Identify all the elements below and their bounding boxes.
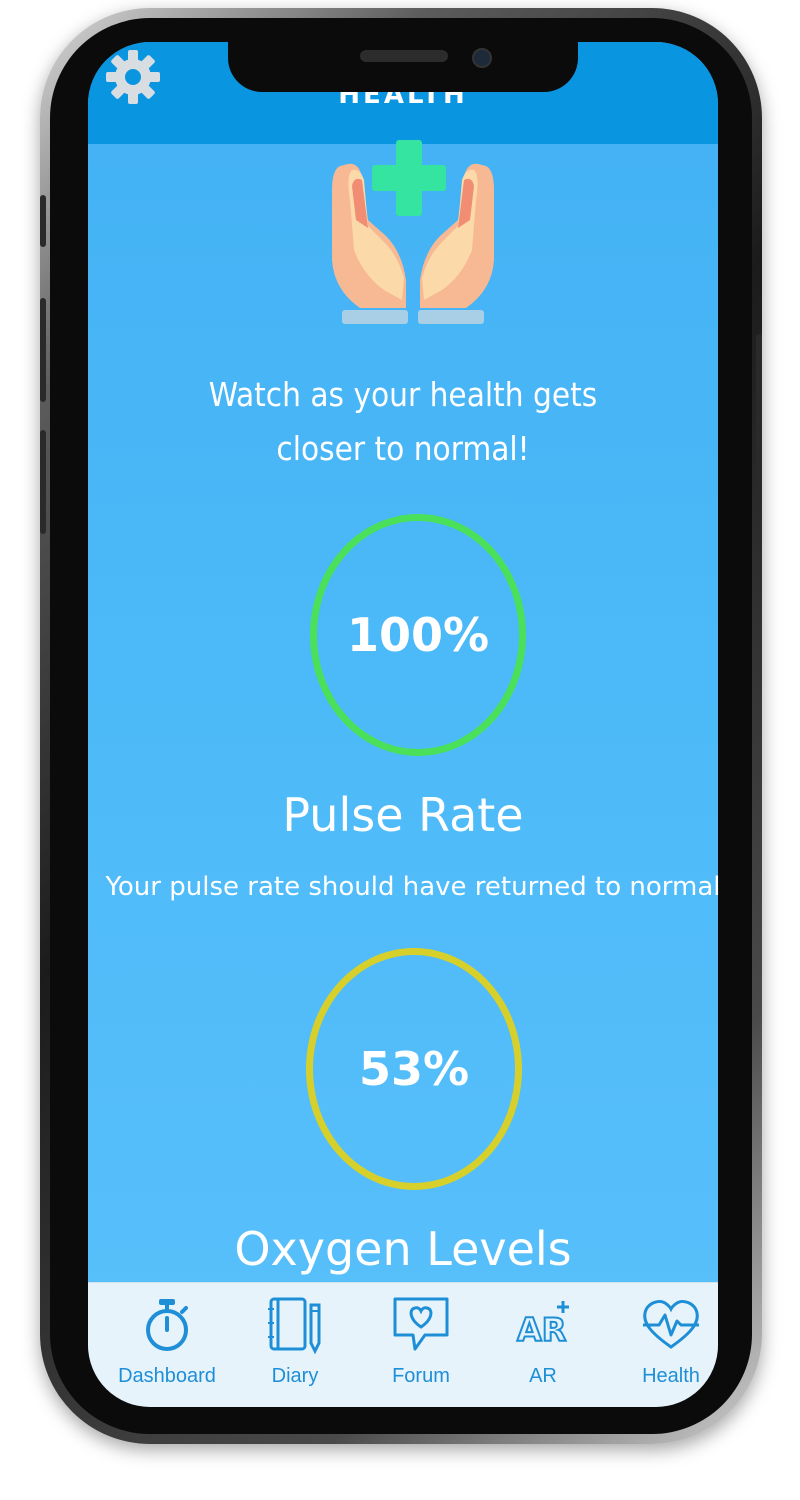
svg-text:AR: AR — [517, 1311, 566, 1349]
pulse-rate-value: 100% — [346, 608, 490, 662]
volume-up-button — [40, 298, 46, 402]
tab-diary-label: Diary — [271, 1365, 319, 1387]
stopwatch-icon — [146, 1299, 188, 1351]
tagline-line-1: Watch as your health gets — [208, 375, 598, 414]
health-tagline: Watch as your health gets closer to norm… — [88, 368, 718, 476]
hands-medical-cross-icon — [332, 140, 494, 324]
oxygen-level-progress-ring: 53% — [306, 948, 522, 1190]
tab-health[interactable]: Health — [608, 1283, 718, 1407]
tab-health-label: Health — [642, 1365, 700, 1387]
silent-switch — [40, 195, 46, 247]
front-camera — [472, 48, 492, 68]
speaker-grille — [360, 50, 448, 62]
tab-dashboard-label: Dashboard — [118, 1365, 216, 1387]
tagline-line-2: closer to normal! — [276, 429, 530, 468]
oxygen-levels-title: Oxygen Levels — [234, 1222, 572, 1276]
tab-ar-label: AR — [529, 1365, 557, 1387]
oxygen-level-value: 53% — [358, 1042, 470, 1096]
tab-ar[interactable]: AR AR — [480, 1283, 606, 1407]
notebook-pencil-icon — [268, 1297, 321, 1355]
pulse-rate-title: Pulse Rate — [282, 788, 524, 842]
tab-dashboard[interactable]: Dashboard — [104, 1283, 230, 1407]
tab-forum[interactable]: Forum — [358, 1283, 484, 1407]
chat-heart-icon — [393, 1297, 449, 1351]
phone-notch — [228, 36, 578, 92]
ar-plus-icon: AR — [516, 1301, 569, 1350]
pulse-rate-subtitle: Your pulse rate should have returned to … — [105, 872, 721, 902]
heart-pulse-icon — [643, 1299, 699, 1349]
tab-forum-label: Forum — [392, 1365, 450, 1387]
pulse-rate-progress-ring: 100% — [310, 514, 526, 756]
bottom-tab-bar: Dashboard Diary Forum AR AR Health — [88, 1282, 718, 1407]
gear-icon[interactable] — [104, 48, 162, 106]
volume-down-button — [40, 430, 46, 534]
tab-diary[interactable]: Diary — [232, 1283, 358, 1407]
power-button — [756, 334, 762, 500]
